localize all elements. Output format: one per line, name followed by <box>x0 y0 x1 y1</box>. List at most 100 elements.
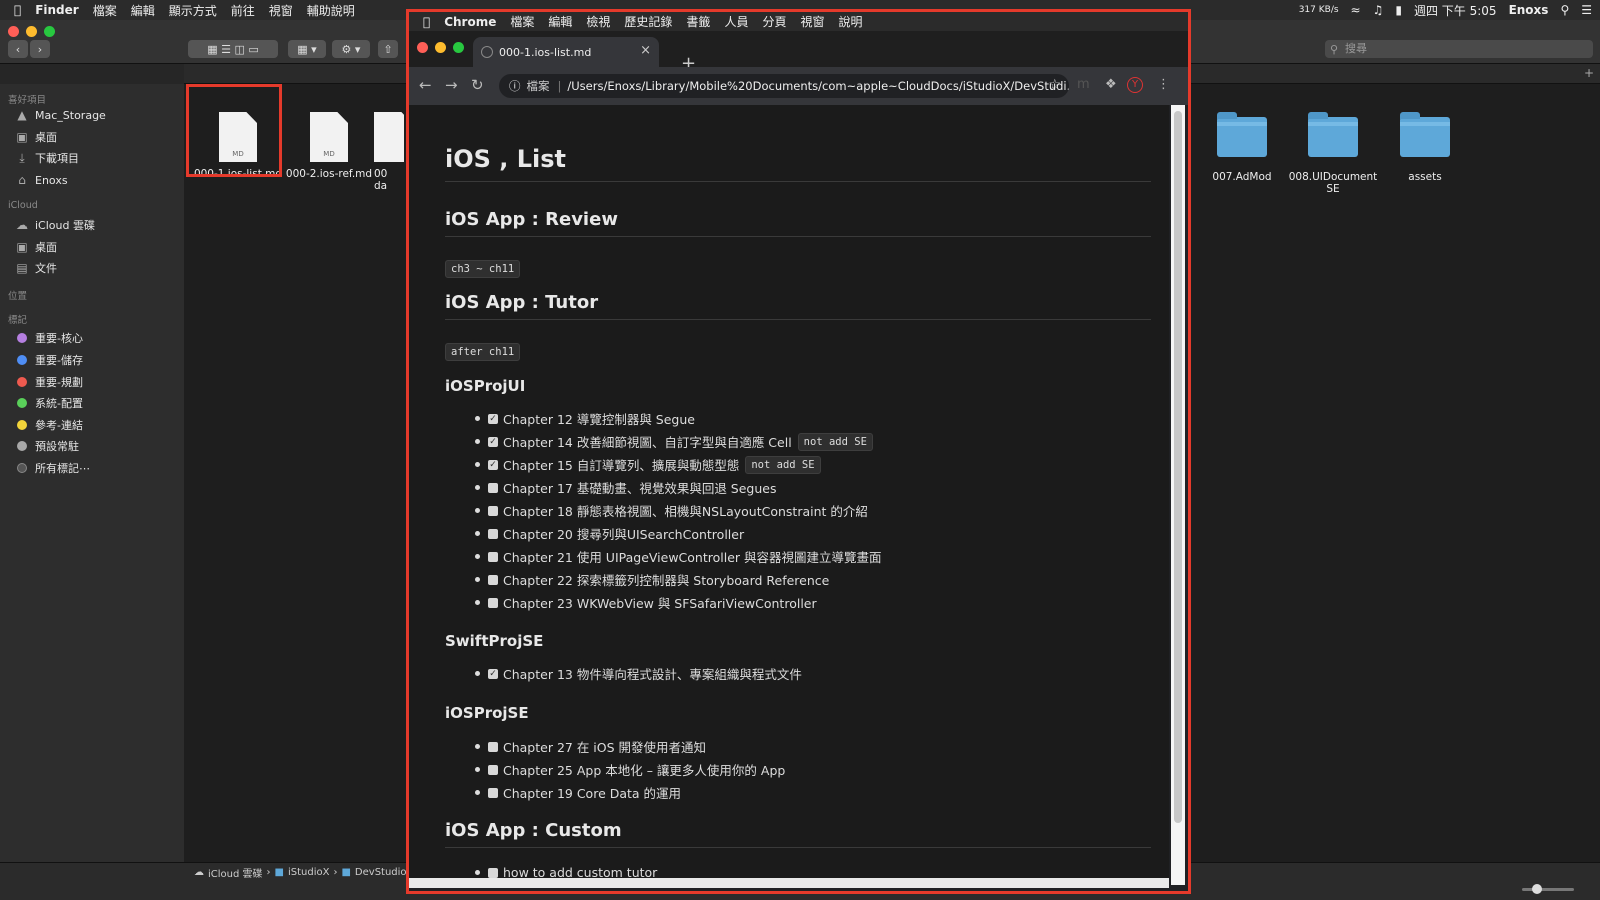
sidebar-tag-config[interactable]: 系統-配置 <box>15 394 83 412</box>
menu-item-go[interactable]: 前往 <box>231 2 255 19</box>
close-tab-icon[interactable]: × <box>640 43 651 58</box>
menu-item-edit[interactable]: 編輯 <box>131 2 155 19</box>
sidebar-item-icloud-drive[interactable]: ☁ iCloud 雲碟 <box>15 216 95 234</box>
sidebar-tag-default[interactable]: 預設常駐 <box>15 437 79 455</box>
menu-item-edit[interactable]: 編輯 <box>548 13 572 30</box>
checkbox-unchecked[interactable] <box>488 741 498 752</box>
menu-item-tab[interactable]: 分頁 <box>762 13 786 30</box>
back-button[interactable]: ‹ <box>8 40 28 58</box>
share-icon[interactable]: ⇧ <box>378 40 398 58</box>
checkbox-unchecked[interactable] <box>488 528 498 539</box>
menu-item-view[interactable]: 顯示方式 <box>169 2 217 19</box>
checkbox-checked[interactable]: ✓ <box>488 668 498 679</box>
sidebar-tag-core[interactable]: 重要-核心 <box>15 329 83 347</box>
checkbox-checked[interactable]: ✓ <box>488 459 498 470</box>
url-scheme: 檔案 <box>526 79 550 93</box>
minimize-window-button[interactable] <box>26 26 37 37</box>
icon-size-slider-knob[interactable] <box>1532 884 1542 894</box>
sidebar-item-home[interactable]: ⌂ Enoxs <box>15 171 67 189</box>
menu-item-file[interactable]: 檔案 <box>93 2 117 19</box>
sidebar-item-desktop[interactable]: ▣ 桌面 <box>15 128 57 146</box>
extension-icon[interactable]: m <box>1077 77 1090 92</box>
sidebar-tag-planning[interactable]: 重要-規劃 <box>15 373 83 391</box>
horizontal-scrollbar[interactable] <box>409 878 1169 888</box>
menu-app-name[interactable]: Chrome <box>444 15 496 29</box>
menu-app-name[interactable]: Finder <box>35 3 79 17</box>
icon-size-slider[interactable] <box>1522 888 1574 891</box>
spotlight-search-icon[interactable]: ⚲ <box>1560 3 1569 17</box>
folder-item[interactable]: assets <box>1380 112 1470 183</box>
scrollbar-thumb[interactable] <box>1174 111 1182 823</box>
back-arrow-icon[interactable]: ← <box>419 76 432 94</box>
file-item[interactable]: MD 000-2.ios-ref.md <box>284 112 374 180</box>
sidebar-tag-storage[interactable]: 重要-儲存 <box>15 351 83 369</box>
volume-icon[interactable]: ♫ <box>1373 3 1384 17</box>
sidebar-item-mac-storage[interactable]: ▲ Mac_Storage <box>15 106 105 124</box>
cloud-icon: ☁ <box>16 218 28 232</box>
menu-item-history[interactable]: 歷史記錄 <box>624 13 672 30</box>
sidebar-item-icloud-desktop[interactable]: ▣ 桌面 <box>15 238 57 256</box>
reload-icon[interactable]: ↻ <box>471 76 484 94</box>
sidebar-tag-reference[interactable]: 參考-連結 <box>15 416 83 434</box>
vertical-scrollbar[interactable] <box>1171 105 1185 885</box>
menu-item-bookmarks[interactable]: 書籤 <box>686 13 710 30</box>
clock[interactable]: 週四 下午 5:05 <box>1414 2 1497 19</box>
apple-icon[interactable]:  <box>14 3 21 17</box>
zoom-window-button[interactable] <box>453 42 464 53</box>
menu-item-people[interactable]: 人員 <box>724 13 748 30</box>
menu-item-window[interactable]: 視窗 <box>800 13 824 30</box>
sidebar-item-label: 預設常駐 <box>35 440 79 453</box>
close-window-button[interactable] <box>8 26 19 37</box>
sidebar-tag-all[interactable]: 所有標記⋯ <box>15 459 90 477</box>
apple-icon[interactable]:  <box>423 15 430 29</box>
more-menu-icon[interactable]: ⋮ <box>1157 77 1170 92</box>
menu-item-help[interactable]: 輔助說明 <box>307 2 355 19</box>
checkbox-unchecked[interactable] <box>488 505 498 516</box>
file-item[interactable]: 00 da <box>374 112 404 192</box>
forward-button[interactable]: › <box>30 40 50 58</box>
sidebar-header-locations: 位置 <box>8 291 28 302</box>
checkbox-checked[interactable]: ✓ <box>488 413 498 424</box>
battery-icon[interactable]: ▮ <box>1395 3 1402 17</box>
add-tab-icon[interactable]: + <box>1584 66 1594 80</box>
sidebar-item-documents[interactable]: ▤ 文件 <box>15 259 57 277</box>
folder-name: assets <box>1408 171 1442 183</box>
path-item-istudiox[interactable]: iStudioX <box>288 867 329 878</box>
minimize-window-button[interactable] <box>435 42 446 53</box>
folder-item[interactable]: 008.UIDocument SE <box>1288 112 1378 195</box>
user-name[interactable]: Enoxs <box>1509 3 1549 17</box>
profile-avatar[interactable]: Y <box>1127 77 1143 93</box>
finder-search-input[interactable]: ⚲ 搜尋 <box>1325 40 1593 58</box>
menu-item-view[interactable]: 檢視 <box>586 13 610 30</box>
zoom-window-button[interactable] <box>44 26 55 37</box>
menu-item-window[interactable]: 視窗 <box>269 2 293 19</box>
checkbox-unchecked[interactable] <box>488 551 498 562</box>
tab-active[interactable]: 000-1.ios-list.md × <box>473 37 659 67</box>
close-window-button[interactable] <box>417 42 428 53</box>
wifi-icon[interactable]: ≈ <box>1351 3 1361 17</box>
view-mode-segmented-control[interactable]: ▦ ☰ ◫ ▭ <box>188 40 278 58</box>
checkbox-unchecked[interactable] <box>488 597 498 608</box>
checkbox-unchecked[interactable] <box>488 867 498 878</box>
menu-item-help[interactable]: 說明 <box>838 13 862 30</box>
bookmark-star-icon[interactable]: ☆ <box>1048 77 1061 93</box>
checkbox-checked[interactable]: ✓ <box>488 436 498 447</box>
puzzle-extensions-icon[interactable]: ❖ <box>1105 77 1117 92</box>
group-by-button[interactable]: ▦ ▾ <box>288 40 326 58</box>
checkbox-unchecked[interactable] <box>488 574 498 585</box>
sidebar-item-downloads[interactable]: ⤓ 下載項目 <box>15 149 79 167</box>
checkbox-unchecked[interactable] <box>488 787 498 798</box>
folder-item[interactable]: 007.AdMod <box>1197 112 1287 183</box>
path-item-icloud[interactable]: iCloud 雲碟 <box>208 865 263 880</box>
path-item-devstudio[interactable]: DevStudio <box>355 867 407 878</box>
info-icon[interactable]: ⓘ <box>509 78 521 94</box>
menu-item-file[interactable]: 檔案 <box>510 13 534 30</box>
checkbox-unchecked[interactable] <box>488 482 498 493</box>
forward-arrow-icon[interactable]: → <box>445 76 458 94</box>
checkbox-unchecked[interactable] <box>488 764 498 775</box>
omnibox[interactable]: ⓘ 檔案 | /Users/Enoxs/Library/Mobile%20Doc… <box>499 74 1069 98</box>
notification-center-icon[interactable]: ☰ <box>1581 3 1592 17</box>
sidebar-item-label: 參考-連結 <box>35 419 83 432</box>
action-gear-icon[interactable]: ⚙ ▾ <box>332 40 370 58</box>
list-item: Chapter 18 靜態表格視圖、相機與NSLayoutConstraint … <box>475 501 868 520</box>
